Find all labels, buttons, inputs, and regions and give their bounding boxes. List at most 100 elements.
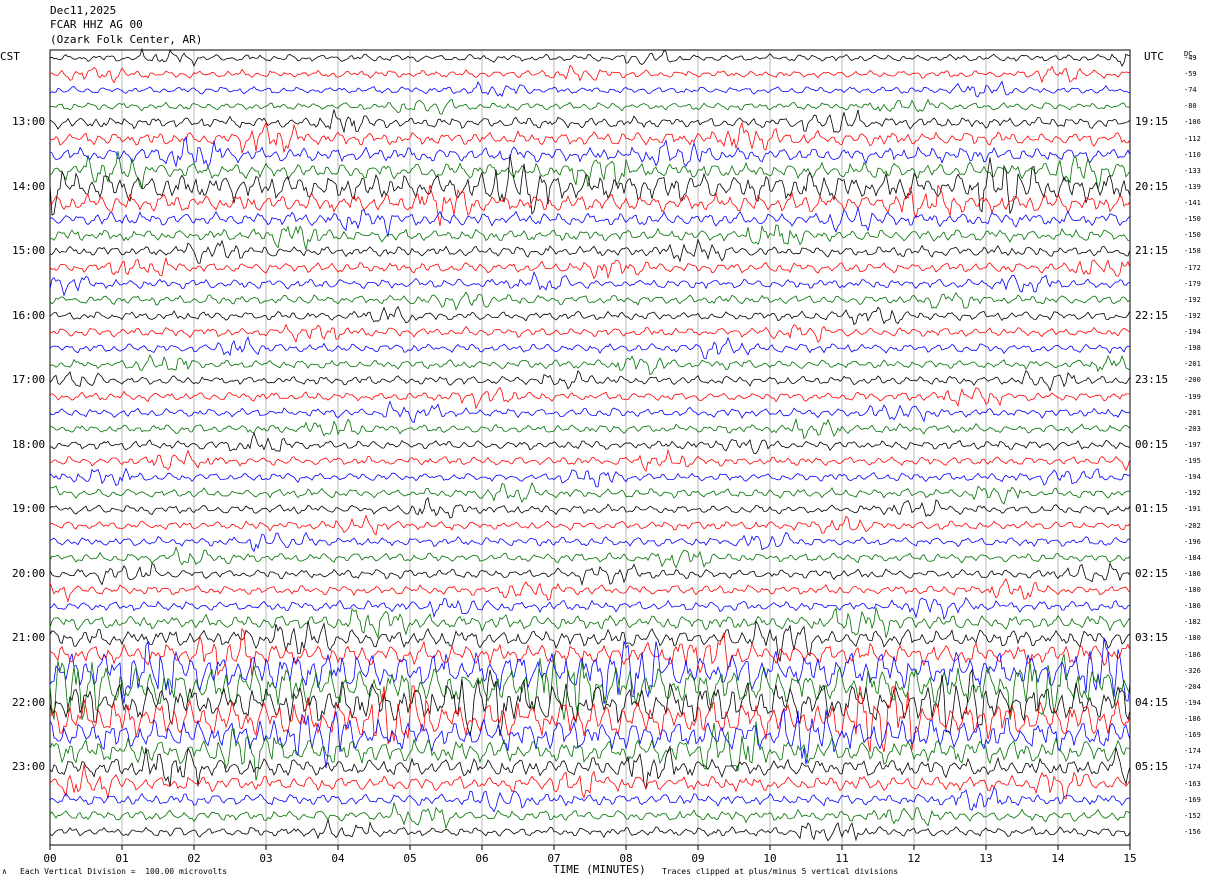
trace-line-1 bbox=[49, 47, 1131, 67]
left-hour-label: 19:00 bbox=[12, 502, 46, 516]
trace-line-32 bbox=[49, 546, 1131, 569]
dc-offset-label: -163 bbox=[1184, 779, 1201, 788]
trace-line-8 bbox=[49, 151, 1131, 190]
x-tick-label-06: 06 bbox=[475, 852, 489, 865]
dc-offset-label: -141 bbox=[1184, 199, 1201, 208]
left-hour-label: 13:00 bbox=[12, 115, 46, 129]
dc-offset-label: -198 bbox=[1184, 344, 1201, 353]
right-hour-label: 22:15 bbox=[1135, 308, 1169, 322]
dc-offset-label: -156 bbox=[1184, 827, 1201, 836]
dc-offset-label: -192 bbox=[1184, 489, 1201, 498]
dc-offset-label: -150 bbox=[1184, 215, 1201, 224]
dc-offset-label: -110 bbox=[1184, 150, 1201, 159]
dc-offset-label: -139 bbox=[1184, 182, 1201, 191]
left-hour-label: 14:00 bbox=[12, 179, 46, 193]
dc-offset-label: -201 bbox=[1184, 360, 1201, 369]
trace-line-25 bbox=[49, 431, 1131, 454]
trace-line-49 bbox=[49, 819, 1131, 842]
dc-offset-label: -174 bbox=[1184, 747, 1201, 756]
scale-note: Each Vertical Division = 100.00 microvol… bbox=[20, 867, 228, 876]
right-hour-label: 04:15 bbox=[1135, 695, 1169, 709]
x-tick-label-01: 01 bbox=[115, 852, 129, 865]
trace-line-30 bbox=[49, 514, 1131, 536]
trace-line-26 bbox=[49, 448, 1131, 473]
dc-offset-label: -195 bbox=[1184, 457, 1201, 466]
footer-mark: ∧ bbox=[2, 867, 7, 876]
x-tick-label-15: 15 bbox=[1123, 852, 1137, 865]
dc-offset-label: -174 bbox=[1184, 763, 1201, 772]
left-hour-label: 23:00 bbox=[12, 760, 46, 774]
dc-offset-label: -180 bbox=[1184, 634, 1201, 643]
right-hour-label: 20:15 bbox=[1135, 179, 1169, 193]
trace-line-33 bbox=[49, 561, 1131, 587]
trace-line-18 bbox=[49, 323, 1131, 343]
trace-line-20 bbox=[49, 353, 1131, 376]
dc-offset-label: -186 bbox=[1184, 569, 1201, 578]
trace-line-17 bbox=[49, 305, 1131, 326]
dc-offset-label: -74 bbox=[1184, 86, 1197, 95]
trace-line-36 bbox=[49, 607, 1131, 639]
right-hour-label: 19:15 bbox=[1135, 115, 1169, 129]
dc-offset-label: -203 bbox=[1184, 424, 1201, 433]
x-tick-label-09: 09 bbox=[691, 852, 705, 865]
dc-offset-label: -106 bbox=[1184, 118, 1201, 127]
dc-offset-label: -169 bbox=[1184, 795, 1201, 804]
left-hour-label: 15:00 bbox=[12, 244, 46, 258]
trace-line-37 bbox=[49, 620, 1131, 662]
dc-offset-label: -112 bbox=[1184, 134, 1201, 143]
trace-line-31 bbox=[49, 531, 1131, 553]
trace-line-23 bbox=[49, 400, 1131, 424]
trace-line-7 bbox=[49, 135, 1131, 169]
left-hour-label: 22:00 bbox=[12, 695, 46, 709]
dc-offset-label: -158 bbox=[1184, 247, 1201, 256]
x-tick-label-11: 11 bbox=[835, 852, 849, 865]
right-hour-label: 02:15 bbox=[1135, 566, 1169, 580]
dc-offset-label: -133 bbox=[1184, 166, 1201, 175]
dc-offset-label: -186 bbox=[1184, 650, 1201, 659]
dc-offset-label: -59 bbox=[1184, 70, 1197, 79]
trace-line-24 bbox=[49, 417, 1131, 440]
minute-gridlines bbox=[121, 50, 1059, 845]
dc-offset-label: -172 bbox=[1184, 263, 1201, 272]
x-tick-label-14: 14 bbox=[1051, 852, 1065, 865]
dc-offset-label: -192 bbox=[1184, 295, 1201, 304]
dc-offset-label: -49 bbox=[1184, 54, 1197, 62]
dc-offset-label: -152 bbox=[1184, 811, 1201, 820]
dc-offset-label: -194 bbox=[1184, 328, 1201, 337]
trace-line-10 bbox=[49, 184, 1131, 227]
right-hour-label: 21:15 bbox=[1135, 244, 1169, 258]
seismic-traces bbox=[49, 47, 1131, 842]
dc-offset-label: -202 bbox=[1184, 521, 1201, 530]
trace-line-27 bbox=[49, 467, 1131, 488]
dc-offset-label: -204 bbox=[1184, 682, 1201, 691]
right-hour-label: 01:15 bbox=[1135, 502, 1169, 516]
plot-frame bbox=[49, 49, 1131, 846]
dc-offset-label: -80 bbox=[1184, 102, 1197, 111]
trace-line-19 bbox=[49, 335, 1131, 360]
trace-line-34 bbox=[49, 578, 1131, 603]
left-hour-label: 21:00 bbox=[12, 631, 46, 645]
dc-offset-label: -186 bbox=[1184, 602, 1201, 611]
x-tick-label-02: 02 bbox=[187, 852, 201, 865]
trace-line-12 bbox=[49, 224, 1131, 250]
x-tick-label-00: 00 bbox=[43, 852, 57, 865]
trace-line-13 bbox=[49, 238, 1131, 264]
dc-offset-label: -182 bbox=[1184, 618, 1201, 627]
left-hour-label: 18:00 bbox=[12, 437, 46, 451]
trace-line-3 bbox=[49, 80, 1131, 98]
right-hour-label: 03:15 bbox=[1135, 631, 1169, 645]
dc-offset-label: -196 bbox=[1184, 537, 1201, 546]
trace-line-5 bbox=[49, 109, 1131, 134]
dc-offset-label: -194 bbox=[1184, 473, 1201, 482]
x-tick-label-04: 04 bbox=[331, 852, 345, 865]
trace-line-11 bbox=[49, 207, 1131, 237]
trace-line-29 bbox=[49, 497, 1131, 519]
trace-line-2 bbox=[49, 64, 1131, 84]
left-hour-label: 20:00 bbox=[12, 566, 46, 580]
dc-offset-label: -184 bbox=[1184, 553, 1201, 562]
dc-offset-label: -326 bbox=[1184, 666, 1201, 675]
dc-offset-label: -169 bbox=[1184, 731, 1201, 740]
dc-offset-label: -201 bbox=[1184, 408, 1201, 417]
trace-line-28 bbox=[49, 481, 1131, 505]
trace-line-22 bbox=[49, 386, 1130, 410]
